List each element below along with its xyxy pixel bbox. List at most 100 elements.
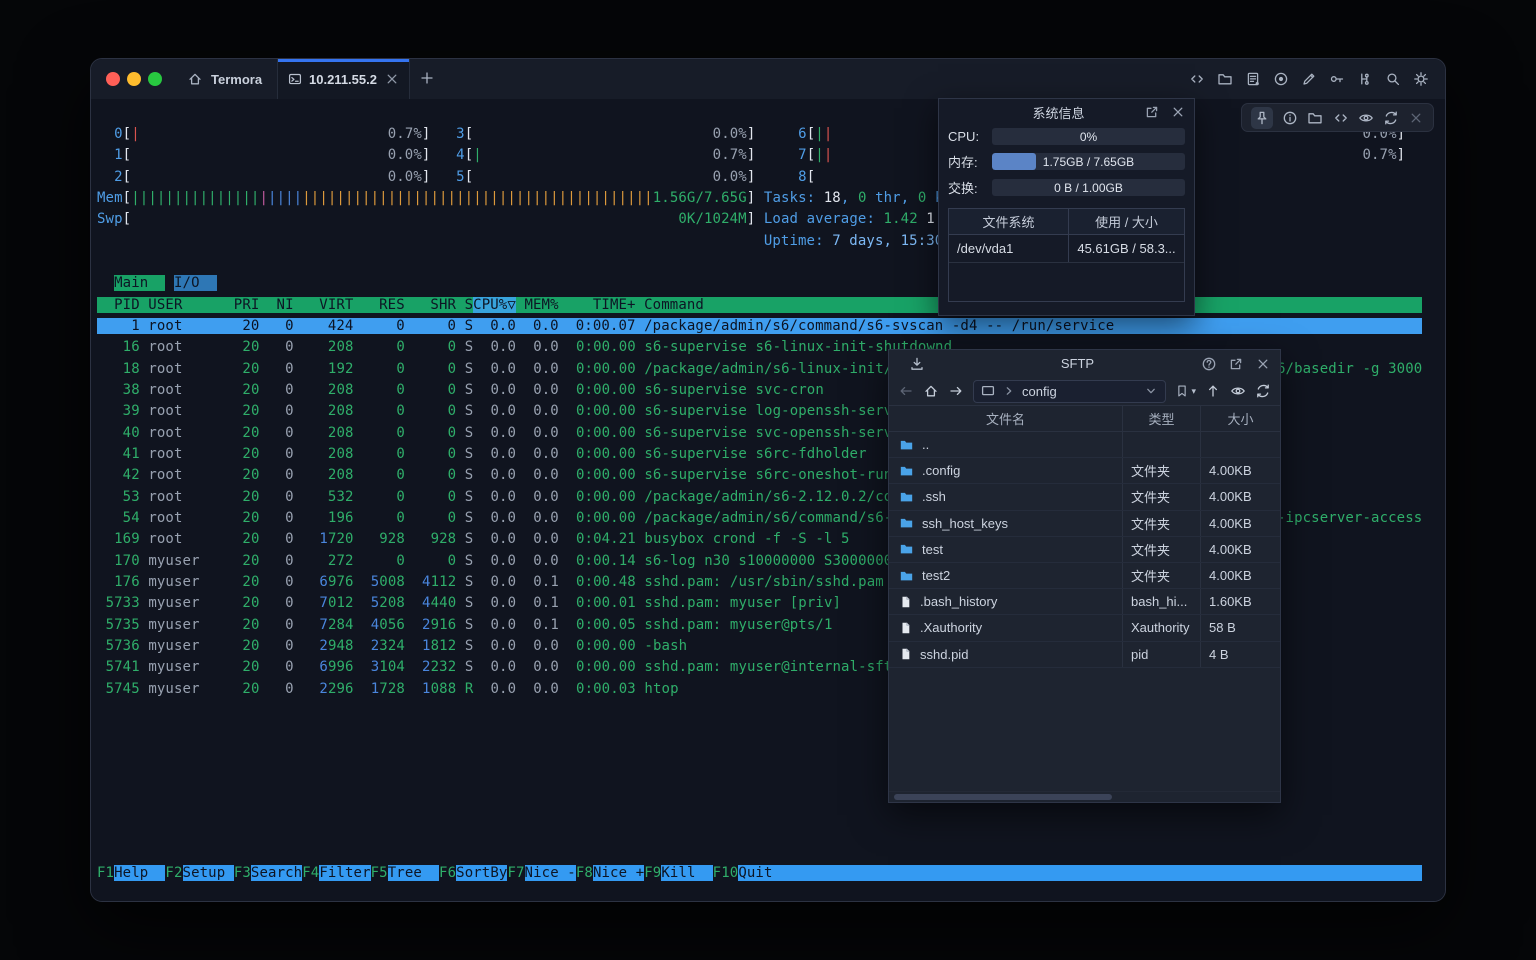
app-title: Termora [211,72,262,87]
new-tab-button[interactable] [419,70,435,86]
fn-key-f10[interactable]: F10Quit [713,865,1423,881]
key-icon[interactable] [1329,71,1345,87]
file-size: 4.00KB [1200,563,1280,588]
file-name: test2 [922,568,950,583]
fn-key-f8[interactable]: F8Nice + [576,865,644,881]
code-icon[interactable] [1189,71,1205,87]
app-home[interactable]: Termora [187,59,262,99]
file-type: 文件夹 [1122,458,1200,483]
htop-table-header[interactable]: PID USER PRI NI VIRT RES SHR SCPU%▽ MEM%… [97,295,1422,316]
edit-icon[interactable] [1301,71,1317,87]
sftp-file-row[interactable]: ssh_host_keys文件夹4.00KB [889,511,1280,537]
fn-key-f2[interactable]: F2Setup [165,865,233,881]
forward-icon[interactable] [948,383,964,399]
refresh-icon[interactable] [1383,110,1399,126]
settings-icon[interactable] [1413,71,1429,87]
close-icon[interactable] [1255,356,1271,372]
fn-key-f1[interactable]: F1Help [97,865,165,881]
show-hidden-icon[interactable] [1230,383,1246,399]
traffic-light-close[interactable] [106,72,120,86]
tab-close-icon[interactable] [384,71,400,87]
refresh-icon[interactable] [1255,383,1271,399]
keychain-icon[interactable] [1357,71,1373,87]
sftp-file-row[interactable]: sshd.pidpid4 B [889,642,1280,668]
bookmark-icon [1175,384,1189,398]
column-header-type[interactable]: 类型 [1122,406,1200,431]
pin-icon[interactable] [1251,107,1273,129]
sftp-file-row[interactable]: test文件夹4.00KB [889,537,1280,563]
sftp-file-row[interactable]: .. [889,432,1280,458]
titlebar-actions [1189,59,1429,99]
htop-header-line-0: 0[| 0.7%] 3[ 0.0%] 6[|| 0.0%] [97,124,1422,145]
sftp-file-row[interactable]: .XauthorityXauthority58 B [889,615,1280,641]
sftp-file-row[interactable]: test2文件夹4.00KB [889,563,1280,589]
traffic-light-maximize[interactable] [148,72,162,86]
help-icon[interactable] [1201,356,1217,372]
sftp-file-row[interactable]: .config文件夹4.00KB [889,458,1280,484]
info-icon[interactable] [1282,110,1298,126]
titlebar: Termora 10.211.55.2 [91,59,1445,100]
file-name: .ssh [922,489,946,504]
home-icon[interactable] [923,383,939,399]
back-icon[interactable] [898,383,914,399]
htop-header-line-1: 1[ 0.0%] 4[| 0.7%] 7[|| 0.7%] [97,145,1422,166]
file-size: 58 B [1200,615,1280,640]
htop-header-line-4: Swp[ 0K/1024M] Load average: 1.42 1.08 1… [97,209,1422,230]
fs-table-row[interactable]: /dev/vda1 45.61GB / 58.3... [949,235,1184,263]
popout-icon[interactable] [1144,104,1160,120]
record-icon[interactable] [1273,71,1289,87]
filesystem-table: 文件系统 使用 / 大小 /dev/vda1 45.61GB / 58.3... [948,208,1185,302]
eye-icon[interactable] [1358,110,1374,126]
file-name: test [922,542,943,557]
fn-key-f4[interactable]: F4Filter [302,865,370,881]
traffic-light-minimize[interactable] [127,72,141,86]
sftp-file-row[interactable]: .bash_historybash_hi...1.60KB [889,589,1280,615]
sysinfo-label: CPU: [948,129,992,144]
file-size [1200,432,1280,457]
scrollbar-thumb[interactable] [894,794,1112,800]
horizontal-scrollbar[interactable] [889,791,1280,802]
fn-key-f5[interactable]: F5Tree [371,865,439,881]
close-icon[interactable] [1170,104,1186,120]
sysinfo-label: 交换: [948,178,992,197]
chevron-down-icon[interactable] [1143,383,1159,399]
log-icon[interactable] [1245,71,1261,87]
htop-process-row-selected[interactable]: 1 root 20 0 424 0 0 S 0.0 0.0 0:00.07 /p… [97,316,1422,337]
up-directory-icon[interactable] [1205,383,1221,399]
sysinfo-progress-bar: 1.75GB / 7.65GB [992,153,1185,170]
file-size: 1.60KB [1200,589,1280,614]
column-header-filename[interactable]: 文件名 [889,406,1122,431]
htop-blank-line [97,252,1422,273]
file-type: 文件夹 [1122,484,1200,509]
file-icon [899,621,912,635]
code-icon[interactable] [1333,110,1349,126]
terminal-icon [288,72,302,86]
home-icon [187,71,203,87]
htop-header-line-5: Uptime: 7 days, 15:30:12 [97,231,1422,252]
fn-key-f7[interactable]: F7Nice - [507,865,575,881]
file-size: 4.00KB [1200,484,1280,509]
sftp-panel: SFTP config ▾ 文件名 [888,349,1281,803]
fs-col-header: 文件系统 [949,209,1069,234]
download-icon[interactable] [909,356,925,372]
bookmark-menu[interactable]: ▾ [1175,384,1196,398]
file-type: Xauthority [1122,615,1200,640]
file-type: 文件夹 [1122,511,1200,536]
current-path: config [1022,384,1057,399]
fn-key-f3[interactable]: F3Search [234,865,302,881]
file-icon [899,595,912,609]
sysinfo-label: 内存: [948,152,992,171]
search-icon[interactable] [1385,71,1401,87]
folder-icon[interactable] [1217,71,1233,87]
tab-ssh-session[interactable]: 10.211.55.2 [277,59,410,99]
close-icon[interactable] [1408,110,1424,126]
fn-key-f6[interactable]: F6SortBy [439,865,507,881]
htop-screen-tabs[interactable]: Main I/O [97,273,1422,294]
caret-down-icon: ▾ [1191,386,1196,397]
popout-icon[interactable] [1228,356,1244,372]
fn-key-f9[interactable]: F9Kill [644,865,712,881]
path-breadcrumb[interactable]: config [973,380,1166,403]
column-header-size[interactable]: 大小 [1200,406,1280,431]
sftp-file-row[interactable]: .ssh 文件夹4.00KB [889,484,1280,510]
folder-icon[interactable] [1307,110,1323,126]
